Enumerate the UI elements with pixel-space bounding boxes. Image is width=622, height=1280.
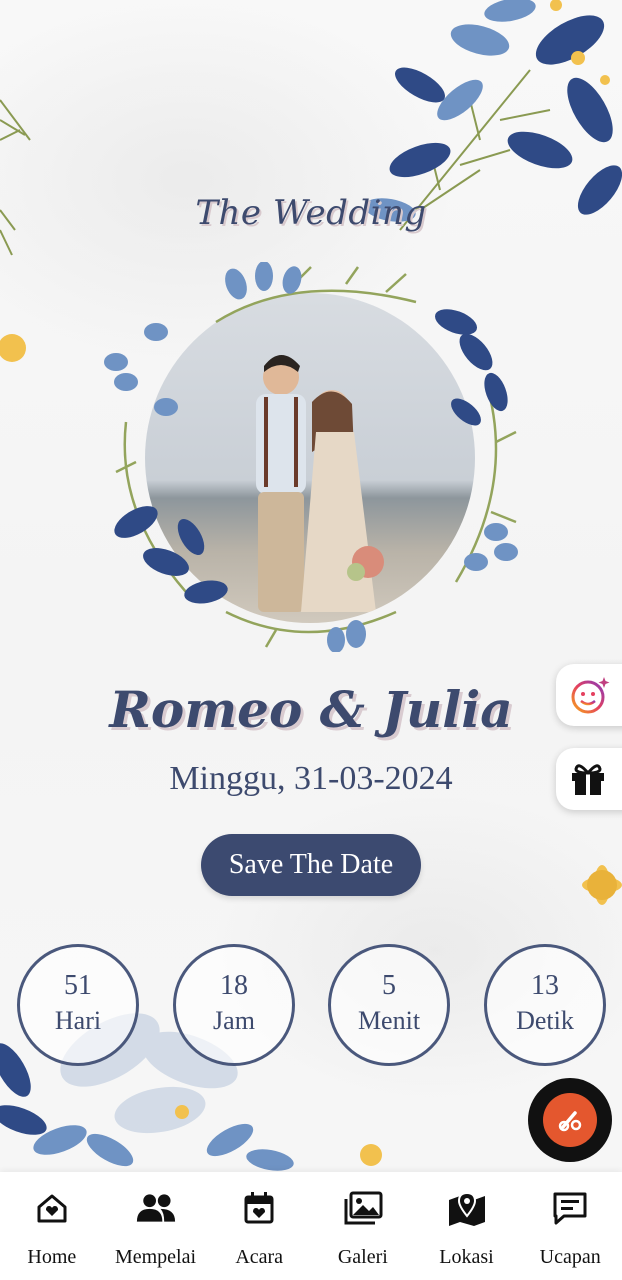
gift-icon: [572, 764, 604, 795]
nav-ucapan[interactable]: Ucapan: [518, 1172, 622, 1280]
nav-lokasi-label: Lokasi: [439, 1246, 494, 1268]
nav-ucapan-label: Ucapan: [539, 1246, 601, 1268]
countdown-seconds-label: Detik: [516, 1006, 574, 1035]
countdown-minutes-value: 5: [382, 970, 396, 1001]
countdown-days-value: 51: [64, 970, 92, 1001]
bottom-nav: Home Mempelai Acara Galeri Lokasi Ucapan: [0, 1172, 622, 1280]
nav-acara-label: Acara: [235, 1246, 284, 1268]
gallery-icon: [343, 1188, 383, 1228]
nav-acara[interactable]: Acara: [207, 1172, 311, 1280]
nav-galeri-label: Galeri: [337, 1246, 388, 1268]
save-the-date-button[interactable]: Save The Date: [201, 834, 421, 896]
map-pin-icon: [447, 1188, 487, 1228]
face-filter-button[interactable]: [556, 664, 622, 726]
message-icon: [550, 1188, 590, 1228]
couple-names: Romeo & Julia: [109, 680, 513, 739]
nav-mempelai-label: Mempelai: [114, 1246, 197, 1268]
music-disc-icon: [543, 1093, 597, 1147]
calendar-heart-icon: [239, 1188, 279, 1228]
face-filter-icon: [571, 677, 610, 714]
nav-mempelai[interactable]: Mempelai: [104, 1172, 208, 1280]
nav-home[interactable]: Home: [0, 1172, 104, 1280]
nav-home-label: Home: [27, 1246, 77, 1268]
nav-lokasi[interactable]: Lokasi: [415, 1172, 519, 1280]
countdown-minutes-label: Menit: [357, 1006, 421, 1035]
countdown-hours: 18 Jam: [173, 944, 295, 1066]
music-toggle-button[interactable]: [528, 1078, 612, 1162]
event-date: Minggu, 31-03-2024: [169, 760, 453, 797]
countdown: 51 Hari 18 Jam 5 Menit 13 Detik: [17, 944, 607, 1066]
countdown-days: 51 Hari: [17, 944, 139, 1066]
nav-galeri[interactable]: Galeri: [311, 1172, 415, 1280]
countdown-seconds: 13 Detik: [484, 944, 606, 1066]
countdown-hours-value: 18: [220, 970, 248, 1001]
countdown-seconds-value: 13: [531, 970, 559, 1001]
gift-button[interactable]: [556, 748, 622, 810]
countdown-hours-label: Jam: [213, 1006, 255, 1035]
countdown-minutes: 5 Menit: [328, 944, 450, 1066]
home-heart-icon: [32, 1188, 72, 1228]
page-title: The Wedding: [195, 193, 427, 233]
people-icon: [136, 1188, 176, 1228]
couple-photo-wreath: [104, 262, 518, 652]
countdown-days-label: Hari: [54, 1006, 102, 1035]
